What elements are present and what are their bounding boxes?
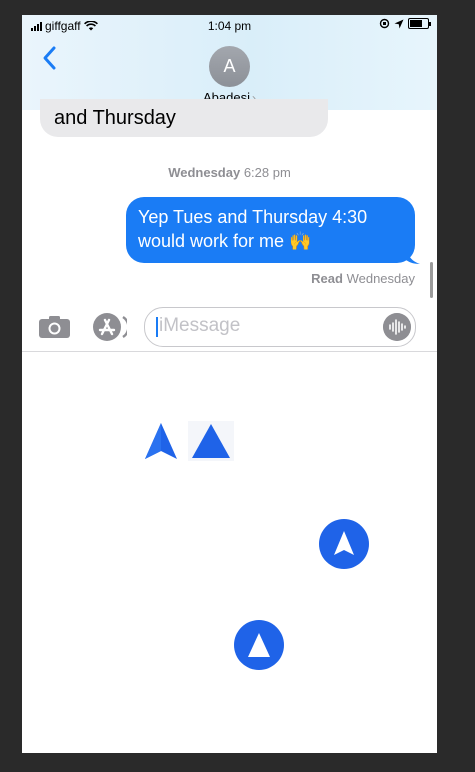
read-receipt: Read Wednesday — [311, 271, 415, 286]
a-logo-icon[interactable] — [188, 421, 234, 461]
conversation-header: giffgaff 1:04 pm A Abadesi › — [22, 15, 437, 110]
outgoing-message-bubble[interactable]: Yep Tues and Thursday 4:30 would work fo… — [126, 197, 415, 263]
message-placeholder: iMessage — [159, 315, 241, 336]
contact-avatar[interactable]: A — [209, 46, 250, 87]
a-logo-circle-icon[interactable] — [233, 619, 285, 671]
bubble-tail — [405, 245, 420, 264]
message-input[interactable]: iMessage — [144, 307, 416, 347]
status-time: 1:04 pm — [207, 19, 252, 33]
incoming-message-text: and Thursday — [54, 107, 176, 129]
a-logo-icon[interactable] — [143, 421, 179, 461]
status-right — [379, 18, 431, 29]
avatar-initial: A — [223, 56, 236, 76]
read-label: Read — [311, 271, 343, 286]
text-cursor — [156, 317, 158, 337]
orientation-lock-icon — [379, 18, 390, 29]
incoming-message-bubble[interactable]: and Thursday — [40, 99, 328, 137]
back-chevron-icon[interactable] — [40, 43, 60, 73]
scrollbar[interactable] — [430, 262, 433, 298]
camera-icon[interactable] — [38, 315, 71, 339]
message-timestamp: Wednesday 6:28 pm — [22, 165, 437, 180]
status-bar: giffgaff 1:04 pm — [22, 15, 437, 37]
outgoing-message-text: Yep Tues and Thursday 4:30 would work fo… — [138, 207, 368, 251]
drawer-divider — [22, 351, 437, 352]
audio-waveform-icon[interactable] — [383, 313, 411, 341]
app-store-icon[interactable] — [91, 312, 127, 342]
timestamp-time: 6:28 pm — [243, 165, 291, 180]
a-logo-circle-icon[interactable] — [318, 518, 370, 570]
timestamp-day: Wednesday — [168, 165, 241, 180]
battery-icon — [408, 18, 431, 29]
read-time: Wednesday — [346, 271, 415, 286]
location-icon — [394, 19, 404, 28]
phone-screen: giffgaff 1:04 pm A Abadesi › and Thursda… — [22, 15, 437, 753]
